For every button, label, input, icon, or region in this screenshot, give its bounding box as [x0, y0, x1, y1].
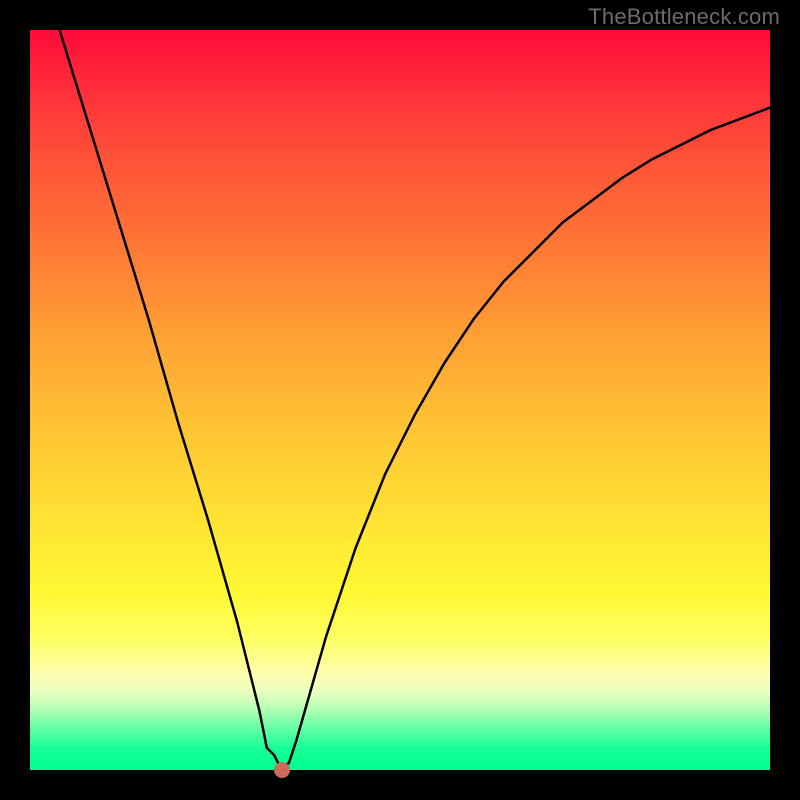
watermark: TheBottleneck.com [588, 4, 780, 30]
plot-frame [30, 30, 770, 770]
bottleneck-curve [30, 30, 770, 770]
optimum-marker-icon [274, 762, 290, 778]
